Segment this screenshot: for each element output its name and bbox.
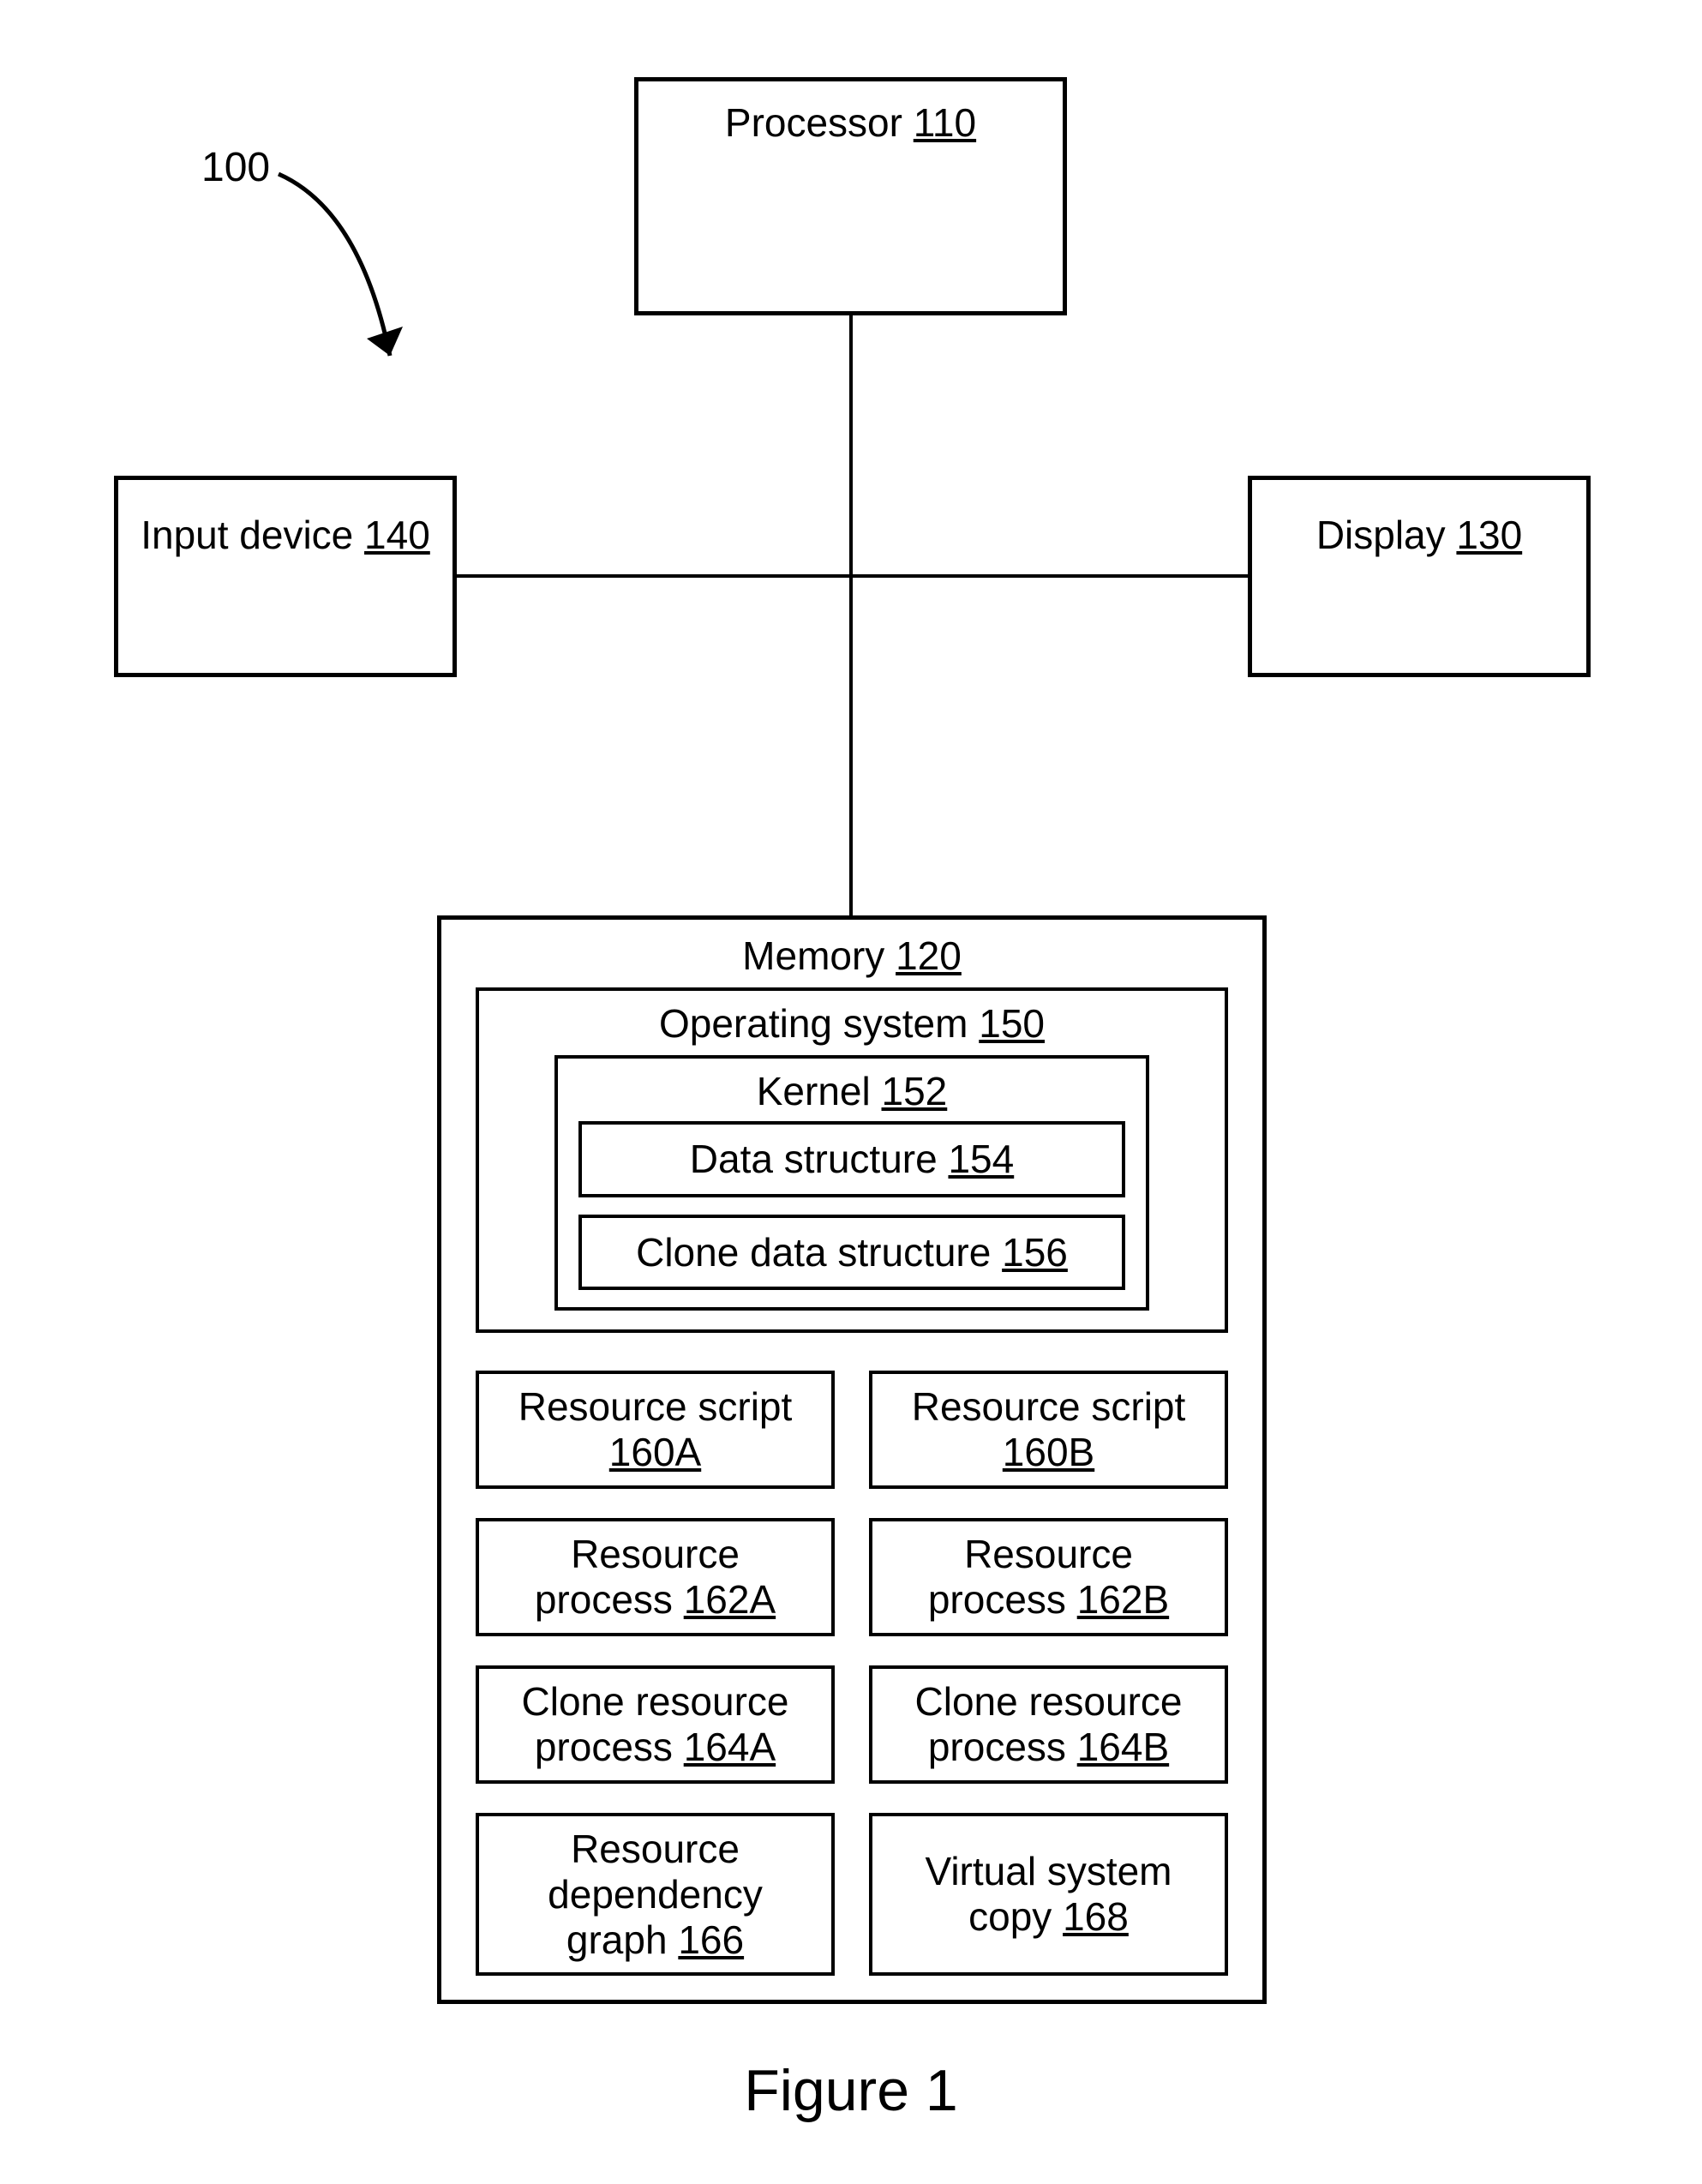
resource-dependency-graph-label: Resource dependency graph 166 (484, 1827, 826, 1963)
resource-script-b-box: Resource script 160B (869, 1371, 1228, 1489)
callout-number: 100 (201, 145, 270, 190)
data-structure-box: Data structure 154 (578, 1121, 1125, 1197)
input-device-box: Input device 140 (114, 476, 457, 677)
resource-process-a-label: Resource process 162A (484, 1532, 826, 1623)
clone-data-structure-box: Clone data structure 156 (578, 1215, 1125, 1291)
virtual-system-copy-label: Virtual system copy 168 (925, 1849, 1172, 1940)
clone-resource-process-a-box: Clone resource process 164A (476, 1665, 835, 1784)
resource-script-a-label: Resource script 160A (484, 1384, 826, 1475)
memory-label: Memory 120 (476, 933, 1228, 979)
clone-resource-process-a-label: Clone resource process 164A (484, 1679, 826, 1770)
display-box: Display 130 (1248, 476, 1591, 677)
data-structure-label: Data structure 154 (589, 1137, 1115, 1182)
kernel-label: Kernel 152 (578, 1069, 1125, 1114)
resource-script-b-label: Resource script 160B (878, 1384, 1220, 1475)
processor-label: Processor 110 (647, 100, 1054, 146)
clone-data-structure-label: Clone data structure 156 (589, 1230, 1115, 1275)
os-box: Operating system 150 Kernel 152 Data str… (476, 987, 1228, 1334)
resource-process-b-label: Resource process 162B (878, 1532, 1220, 1623)
resource-script-a-box: Resource script 160A (476, 1371, 835, 1489)
kernel-box: Kernel 152 Data structure 154 Clone data… (554, 1055, 1149, 1311)
resource-process-b-box: Resource process 162B (869, 1518, 1228, 1636)
figure-caption: Figure 1 (0, 2057, 1702, 2124)
memory-box: Memory 120 Operating system 150 Kernel 1… (437, 915, 1267, 2004)
diagram-callout: 100 (201, 144, 270, 191)
clone-resource-process-b-label: Clone resource process 164B (878, 1679, 1220, 1770)
virtual-system-copy-box: Virtual system copy 168 (869, 1813, 1228, 1977)
clone-resource-process-b-box: Clone resource process 164B (869, 1665, 1228, 1784)
display-label: Display 130 (1261, 513, 1578, 558)
os-label: Operating system 150 (503, 1001, 1201, 1047)
resource-dependency-graph-box: Resource dependency graph 166 (476, 1813, 835, 1977)
processor-box: Processor 110 (634, 77, 1067, 315)
callout-arrow (257, 159, 471, 399)
input-device-label: Input device 140 (127, 513, 444, 558)
resource-process-a-box: Resource process 162A (476, 1518, 835, 1636)
